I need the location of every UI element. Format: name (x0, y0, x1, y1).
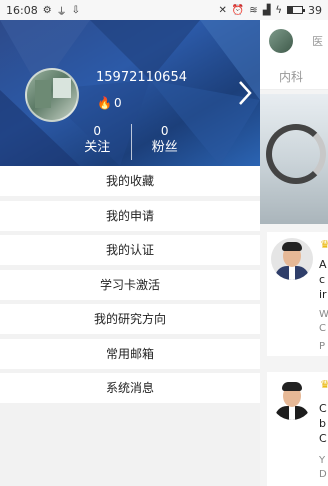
status-time: 16:08 (6, 3, 38, 17)
mute-icon: ✕ (218, 4, 227, 16)
menu-item-favorites[interactable]: 我的收藏 (0, 166, 260, 196)
card-meta-line: W (319, 309, 328, 320)
card-text-line: c (319, 273, 326, 286)
chevron-right-icon[interactable] (238, 80, 252, 106)
content-topbar: 医 (260, 20, 328, 60)
settings-icon: ⚙ (42, 4, 52, 16)
author-photo (271, 238, 313, 280)
status-left: 16:08 ⚙ ⏚ ⇩ (6, 3, 80, 18)
card-text-line: C (319, 432, 327, 445)
content-tabbar: 内科 (260, 60, 328, 90)
card-text-line: C (319, 402, 327, 415)
card-text-line: ir (319, 288, 327, 301)
menu-item-study-card[interactable]: 学习卡激活 (0, 269, 260, 300)
card-meta-line: D (319, 469, 327, 480)
followers-count: 0 (160, 124, 169, 138)
side-drawer: 15972110654 🔥 0 0 关注 0 粉丝 我的收藏 我的申请 我的认证… (0, 20, 260, 486)
article-card[interactable]: ♛ C b C Y D (267, 372, 328, 486)
user-phone: 15972110654 (96, 70, 187, 85)
status-bar: 16:08 ⚙ ⏚ ⇩ ✕ ⏰ ≋ ▟ ϟ 39 (0, 0, 328, 20)
card-meta-line: P (319, 341, 326, 352)
fire-icon: 🔥 (97, 96, 112, 110)
charging-icon: ϟ (275, 4, 282, 16)
user-avatar[interactable] (25, 68, 79, 122)
drawer-menu: 我的收藏 我的申请 我的认证 学习卡激活 我的研究方向 常用邮箱 系统消息 (0, 166, 260, 408)
topbar-text: 医 (312, 35, 323, 48)
stethoscope-image (266, 124, 326, 184)
alarm-icon: ⏰ (231, 4, 245, 16)
menu-item-email[interactable]: 常用邮箱 (0, 338, 260, 369)
menu-item-applications[interactable]: 我的申请 (0, 200, 260, 231)
main-content-peek[interactable]: 医 内科 ♛ A c ir W C P ♛ C b C Y D (260, 20, 328, 486)
wifi-icon: ≋ (249, 4, 258, 16)
fire-count: 0 (114, 96, 122, 110)
tab-internal-medicine[interactable]: 内科 (279, 68, 303, 85)
battery-percent: 39 (308, 3, 322, 17)
banner-image[interactable] (260, 94, 328, 224)
article-card[interactable]: ♛ A c ir W C P (267, 232, 328, 356)
card-meta-line: Y (319, 455, 326, 466)
battery-icon (287, 6, 305, 14)
profile-stats: 0 关注 0 粉丝 (64, 124, 198, 160)
followers-label: 粉丝 (151, 140, 178, 155)
card-text-line: b (319, 417, 326, 430)
medal-icon: ♛ (320, 238, 328, 251)
following-label: 关注 (84, 140, 111, 155)
card-text-line: A (319, 258, 327, 271)
medal-icon: ♛ (320, 378, 328, 391)
card-meta-line: C (319, 323, 326, 334)
menu-item-messages[interactable]: 系统消息 (0, 373, 260, 403)
following-count: 0 (93, 124, 102, 138)
usb-icon: ⏚ (56, 6, 67, 18)
download-icon: ⇩ (71, 4, 81, 16)
status-right: ✕ ⏰ ≋ ▟ ϟ 39 (218, 4, 322, 17)
topbar-avatar[interactable] (269, 29, 293, 53)
signal-icon: ▟ (262, 4, 271, 16)
stat-following[interactable]: 0 关注 (64, 124, 131, 160)
stat-followers[interactable]: 0 粉丝 (132, 124, 199, 160)
menu-item-certification[interactable]: 我的认证 (0, 235, 260, 265)
author-photo (271, 378, 313, 420)
menu-item-research[interactable]: 我的研究方向 (0, 304, 260, 334)
profile-header[interactable]: 15972110654 🔥 0 0 关注 0 粉丝 (0, 20, 260, 166)
